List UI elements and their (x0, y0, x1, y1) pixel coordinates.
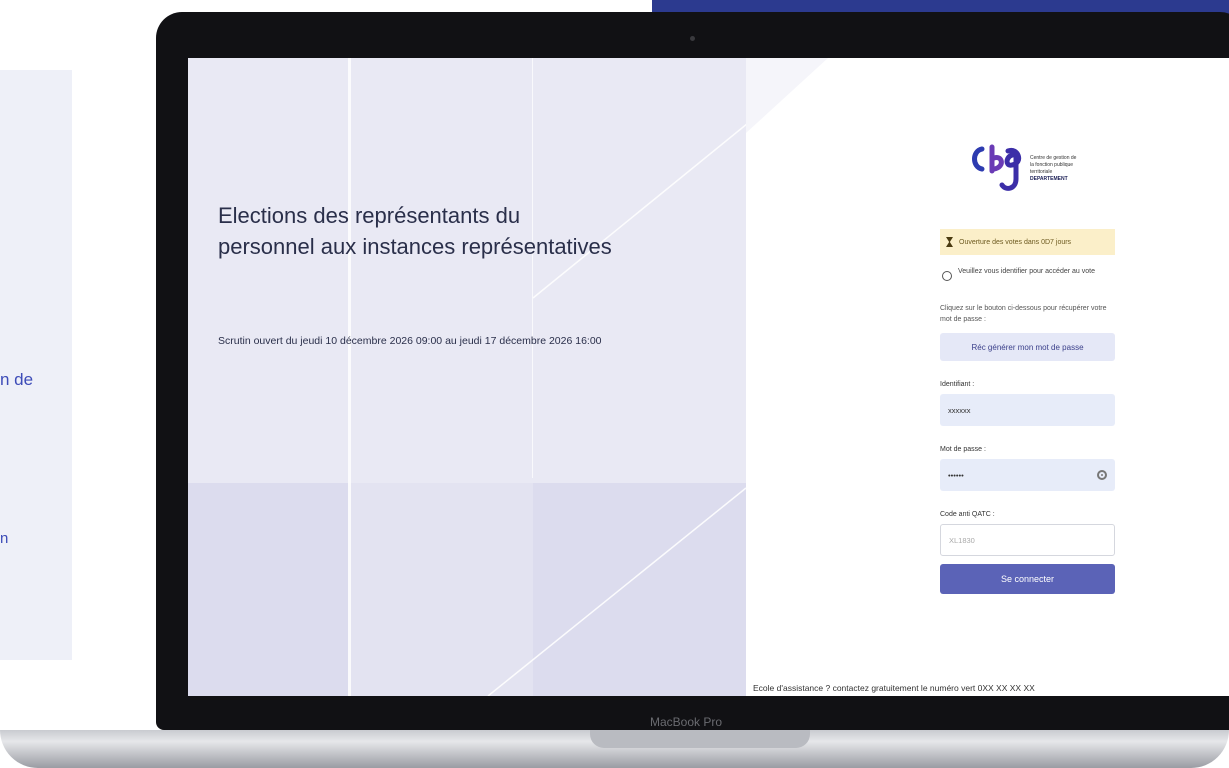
laptop-notch (590, 730, 810, 748)
background-card (0, 70, 72, 660)
info-icon (942, 271, 952, 281)
camera-icon (690, 36, 695, 41)
background-card-text: n de (0, 370, 34, 389)
password-value: •••••• (948, 470, 964, 480)
hourglass-icon (946, 237, 953, 247)
cdg-logo-icon (972, 144, 1022, 191)
captcha-placeholder: XL1830 (949, 535, 975, 545)
organization-logo: Centre de gestion de la fonction publiqu… (968, 133, 1098, 197)
assistance-text: Ecole d'assistance ? contactez gratuitem… (753, 683, 1035, 693)
laptop-brand: MacBook Pro (650, 715, 723, 729)
login-panel: Centre de gestion de la fonction publiqu… (940, 133, 1115, 594)
identifier-field[interactable]: xxxxxx (940, 394, 1115, 426)
show-password-icon[interactable] (1097, 470, 1107, 480)
identifier-value: xxxxxx (948, 405, 971, 415)
event-dates: Scrutin ouvert du jeudi 10 décembre 2026… (218, 335, 602, 347)
laptop-screen: Elections des représentants du personnel… (188, 58, 1229, 696)
captcha-field[interactable]: XL1830 (940, 524, 1115, 556)
identify-info: Veuillez vous identifier pour accéder au… (940, 267, 1115, 281)
notice-text: Ouverture des votes dans 0D7 jours (959, 238, 1072, 246)
captcha-label: Code anti QATC : (940, 511, 995, 518)
login-button[interactable]: Se connecter (940, 564, 1115, 594)
password-label: Mot de passe : (940, 446, 986, 453)
logo-text: Centre de gestion de la fonction publiqu… (1030, 155, 1077, 182)
info-text: Veuillez vous identifier pour accéder au… (958, 268, 1095, 275)
event-title: Elections des représentants du personnel… (218, 203, 612, 260)
marketing-mockup: n de n Elections des représentants du pe… (0, 0, 1229, 768)
identifier-label: Identifiant : (940, 381, 975, 388)
generate-password-button[interactable]: Réc générer mon mot de passe (940, 333, 1115, 361)
background-card-text: n (0, 530, 9, 547)
password-hint: Cliquez sur le bouton ci-dessous pour ré… (940, 305, 1107, 323)
vote-countdown-notice: Ouverture des votes dans 0D7 jours (940, 229, 1115, 255)
password-field[interactable]: •••••• (940, 459, 1115, 491)
